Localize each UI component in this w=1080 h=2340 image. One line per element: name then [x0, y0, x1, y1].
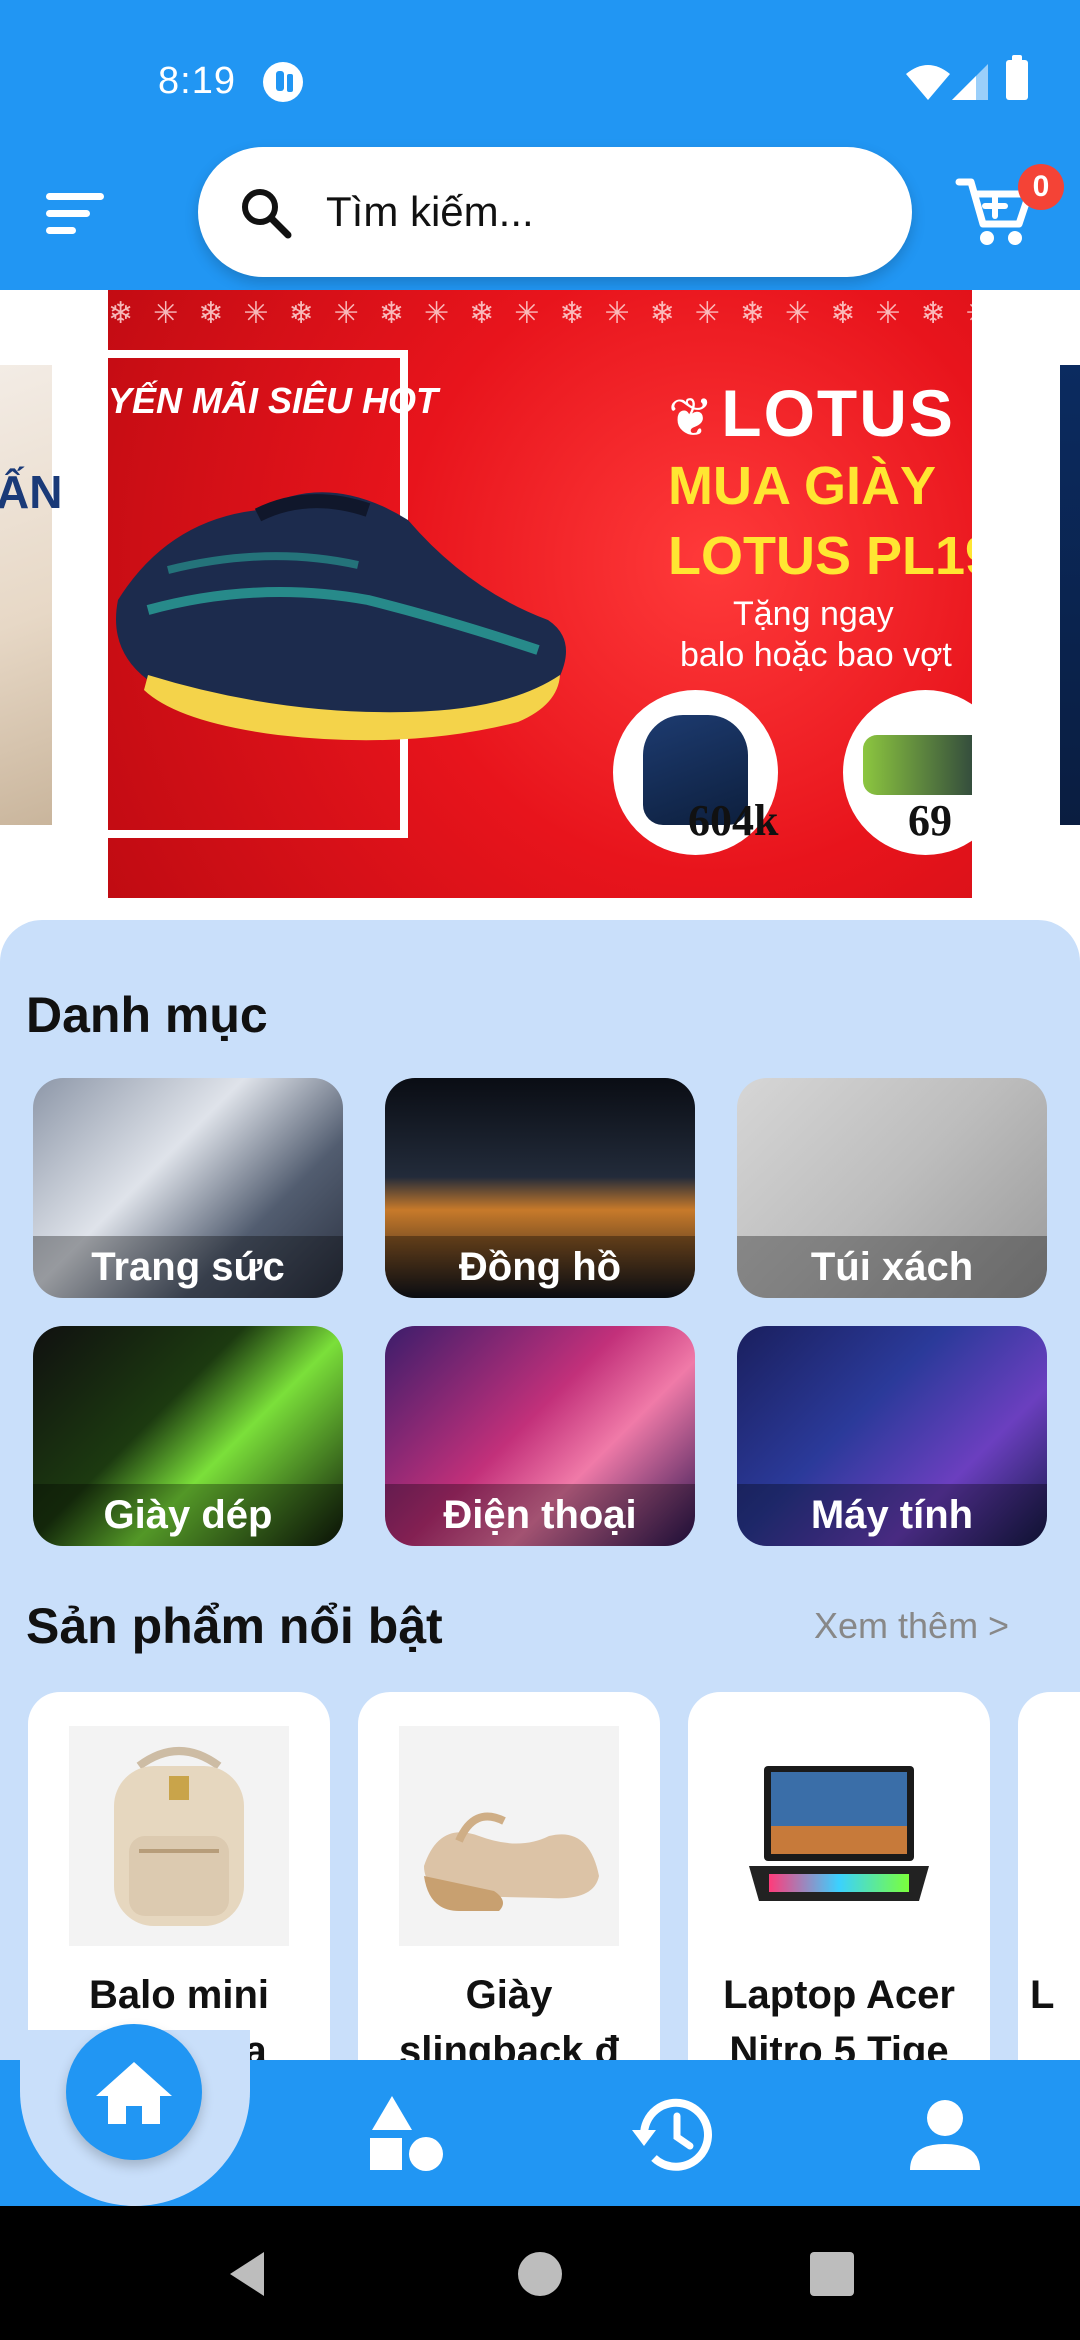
- category-label: Máy tính: [737, 1484, 1047, 1546]
- wifi-icon: [906, 65, 950, 100]
- sneaker-image: [116, 492, 566, 741]
- brand-name: LOTUS: [721, 376, 955, 450]
- product-name-line: Giày: [465, 1973, 553, 2017]
- product-name: Giày slingback đ: [368, 1967, 650, 2060]
- product-card[interactable]: L: [1018, 1692, 1080, 2060]
- promo-headline-line1: MUA GIÀY: [668, 456, 936, 516]
- product-card[interactable]: Balo mini nắp khóa: [28, 1692, 330, 2060]
- nav-categories-button[interactable]: [362, 2090, 452, 2180]
- status-bar: 8:19: [0, 0, 1080, 140]
- menu-line: [46, 210, 90, 217]
- banner-carousel[interactable]: ẤN ❄✳❄✳❄✳❄✳❄✳❄✳❄✳❄✳❄✳❄✳❄ YẾN MÃI SIÊU HO…: [0, 290, 1080, 920]
- banner-prev-slide[interactable]: ẤN: [0, 365, 62, 825]
- category-label: Đồng hồ: [385, 1236, 695, 1298]
- banner-prev-text: ẤN: [0, 466, 63, 518]
- main-content: Danh mục Trang sức Đồng hồ Túi xách Giày…: [0, 920, 1080, 2060]
- search-input[interactable]: [326, 177, 866, 247]
- category-handbags[interactable]: Túi xách: [737, 1078, 1047, 1298]
- featured-title: Sản phẩm nổi bật: [26, 1598, 443, 1654]
- category-shoes[interactable]: Giày dép: [33, 1326, 343, 1546]
- promo-subtext-line1: Tặng ngay: [733, 595, 894, 633]
- banner-current-slide[interactable]: ❄✳❄✳❄✳❄✳❄✳❄✳❄✳❄✳❄✳❄✳❄ YẾN MÃI SIÊU HOT ❦…: [108, 290, 972, 898]
- nav-home-button[interactable]: [66, 2024, 202, 2160]
- notification-app-icon: [263, 62, 303, 102]
- home-circle-icon[interactable]: [512, 2246, 568, 2302]
- product-image-sandal: [399, 1726, 619, 1946]
- banner-next-slide[interactable]: [1060, 365, 1080, 825]
- promo-headline-line2: LOTUS PL19: [668, 526, 972, 586]
- nav-history-button[interactable]: [630, 2090, 720, 2180]
- status-time: 8:19: [158, 60, 236, 102]
- category-label: Điện thoại: [385, 1484, 695, 1546]
- back-icon[interactable]: [220, 2246, 276, 2302]
- cart-count-badge: 0: [1018, 164, 1064, 210]
- menu-line: [46, 227, 76, 234]
- category-jewelry[interactable]: Trang sức: [33, 1078, 343, 1298]
- product-image-laptop: [729, 1726, 949, 1946]
- hamburger-menu-icon[interactable]: [38, 185, 112, 241]
- categories-shapes-icon: [370, 2096, 443, 2171]
- category-label: Giày dép: [33, 1484, 343, 1546]
- product-name: L: [1030, 1967, 1080, 2023]
- product-name-line: slingback đ: [398, 2029, 620, 2060]
- system-navigation-bar: [0, 2206, 1080, 2340]
- see-more-link[interactable]: Xem thêm >: [814, 1605, 1009, 1647]
- categories-title: Danh mục: [26, 987, 268, 1043]
- recents-icon[interactable]: [804, 2246, 860, 2302]
- gift-price-2: 69: [908, 796, 952, 845]
- lotus-logo: ❦LOTUS: [668, 376, 955, 450]
- gift-price-1: 604k: [688, 796, 779, 845]
- product-name-line: L: [1030, 1973, 1055, 2017]
- profile-icon: [910, 2100, 980, 2170]
- product-name-line: Laptop Acer: [723, 1973, 955, 2017]
- top-app-bar: 8:19 0: [0, 0, 1080, 290]
- product-image-backpack: [69, 1726, 289, 1946]
- promo-label: YẾN MÃI SIÊU HOT: [108, 380, 439, 421]
- cell-signal-icon: [952, 64, 988, 100]
- home-icon: [96, 2062, 172, 2124]
- category-label: Túi xách: [737, 1236, 1047, 1298]
- nav-profile-button[interactable]: [900, 2090, 990, 2180]
- product-card[interactable]: Giày slingback đ: [358, 1692, 660, 2060]
- search-bar[interactable]: [198, 147, 912, 277]
- snowflake-decoration: ❄✳❄✳❄✳❄✳❄✳❄✳❄✳❄✳❄✳❄✳❄: [108, 297, 972, 330]
- category-watches[interactable]: Đồng hồ: [385, 1078, 695, 1298]
- product-name: Laptop Acer Nitro 5 Tige: [698, 1967, 980, 2060]
- category-computers[interactable]: Máy tính: [737, 1326, 1047, 1546]
- category-label: Trang sức: [33, 1236, 343, 1298]
- history-icon: [632, 2098, 712, 2171]
- product-card[interactable]: Laptop Acer Nitro 5 Tige: [688, 1692, 990, 2060]
- product-name-line: Balo mini: [88, 1973, 270, 2017]
- menu-line: [46, 193, 104, 200]
- product-name-line: Nitro 5 Tige: [729, 2029, 949, 2060]
- promo-subtext-line2: balo hoặc bao vợt: [680, 636, 952, 674]
- category-phones[interactable]: Điện thoại: [385, 1326, 695, 1546]
- battery-icon: [1006, 55, 1028, 100]
- search-icon: [242, 189, 292, 239]
